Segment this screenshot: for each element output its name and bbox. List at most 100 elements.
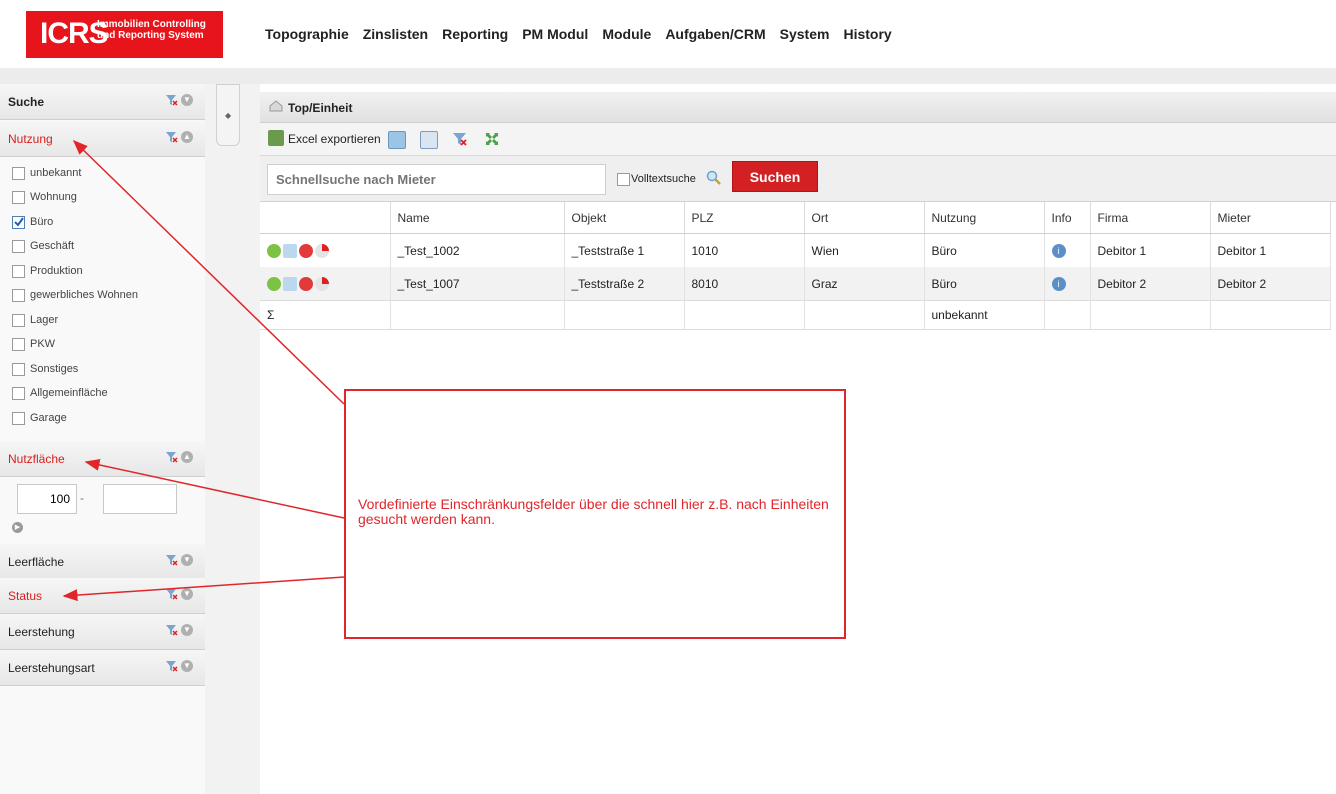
pie-status-icon[interactable]	[315, 243, 329, 258]
expand-icon[interactable]: ▲	[181, 131, 193, 143]
menu-zinslisten[interactable]: Zinslisten	[363, 26, 428, 42]
tenant-search-input[interactable]	[267, 164, 606, 195]
magnifier-icon[interactable]	[706, 170, 722, 186]
menu-pm-modul[interactable]: PM Modul	[522, 26, 588, 42]
checkbox-sonstiges[interactable]	[12, 363, 25, 376]
expand-icon[interactable]: ▲	[181, 451, 193, 463]
checkbox-wohnung[interactable]	[12, 191, 25, 204]
filter-header-status[interactable]: Status ▼	[0, 578, 205, 614]
pie-status-icon[interactable]	[315, 276, 329, 291]
checkbox-label: PKW	[30, 338, 56, 350]
excel-icon	[268, 130, 284, 146]
cell-info: i	[1044, 267, 1091, 301]
info-icon[interactable]: i	[1051, 243, 1066, 258]
toggle-arrow-icon: ◆	[225, 111, 232, 120]
table-header-row: Name Objekt PLZ Ort Nutzung Info Firma M…	[260, 202, 1331, 234]
filter-clear-icon[interactable]	[166, 624, 178, 636]
toolbar: Excel exportieren	[260, 123, 1336, 156]
delete-icon[interactable]	[299, 243, 313, 258]
sidebar-toggle-button[interactable]: ◆	[216, 84, 240, 146]
filter-header-leerstehung[interactable]: Leerstehung ▼	[0, 614, 205, 650]
sidebar-scrollbar[interactable]	[205, 84, 220, 794]
cell-plz: 8010	[684, 267, 805, 301]
cell-name[interactable]: _Test_1002	[390, 233, 565, 267]
column-header-firma[interactable]: Firma	[1090, 202, 1211, 234]
info-icon[interactable]: i	[1051, 276, 1066, 291]
column-header-info[interactable]: Info	[1044, 202, 1091, 234]
apply-range-icon[interactable]: ▶	[12, 522, 23, 533]
expand-all-icon[interactable]	[484, 131, 500, 147]
confirm-icon[interactable]	[267, 243, 281, 258]
checkbox-produktion[interactable]	[12, 265, 25, 278]
column-header-nutzung[interactable]: Nutzung	[924, 202, 1045, 234]
filter-header-nutzung[interactable]: Nutzung ▲	[0, 121, 205, 157]
menu-history[interactable]: History	[843, 26, 891, 42]
column-header-actions	[260, 202, 391, 234]
table-row[interactable]: _Test_1007 _Teststraße 2 8010 Graz Büro …	[260, 267, 1331, 301]
menu-system[interactable]: System	[780, 26, 830, 42]
menu-aufgaben-crm[interactable]: Aufgaben/CRM	[665, 26, 765, 42]
sum-cell	[1044, 300, 1091, 330]
column-header-objekt[interactable]: Objekt	[564, 202, 685, 234]
edit-icon[interactable]	[283, 243, 297, 258]
collapse-icon[interactable]: ▼	[181, 624, 193, 636]
table-reset-icon[interactable]	[420, 131, 438, 149]
checkbox-label: Garage	[30, 412, 67, 424]
checkbox-label: Wohnung	[30, 191, 77, 203]
sum-cell	[564, 300, 685, 330]
checkbox-allgemeinflaeche[interactable]	[12, 387, 25, 400]
checkbox-unbekannt[interactable]	[12, 167, 25, 180]
filter-header-nutzflaeche[interactable]: Nutzfläche ▲	[0, 441, 205, 477]
checkbox-label: gewerbliches Wohnen	[30, 289, 139, 301]
filter-clear-icon[interactable]	[166, 554, 178, 566]
filter-clear-icon[interactable]	[166, 660, 178, 672]
column-header-mieter[interactable]: Mieter	[1210, 202, 1331, 234]
filter-header-leerflaeche[interactable]: Leerfläche ▼	[0, 544, 205, 580]
checkbox-buero[interactable]	[12, 216, 25, 229]
filter-clear-icon[interactable]	[166, 588, 178, 600]
column-header-ort[interactable]: Ort	[804, 202, 925, 234]
checkbox-pkw[interactable]	[12, 338, 25, 351]
collapse-icon[interactable]: ▼	[181, 94, 193, 106]
excel-export-label: Excel exportieren	[288, 132, 381, 146]
filter-clear-icon[interactable]	[166, 131, 178, 143]
home-icon[interactable]	[269, 100, 283, 112]
filter-title: Status	[8, 589, 43, 603]
menu-reporting[interactable]: Reporting	[442, 26, 508, 42]
main-menu: Topographie Zinslisten Reporting PM Modu…	[258, 0, 899, 68]
delete-icon[interactable]	[299, 276, 313, 291]
collapse-icon[interactable]: ▼	[181, 660, 193, 672]
checkbox-lager[interactable]	[12, 314, 25, 327]
nutzflaeche-to-input[interactable]	[103, 484, 177, 514]
row-actions	[260, 233, 391, 267]
cell-name[interactable]: _Test_1007	[390, 267, 565, 301]
cell-info: i	[1044, 233, 1091, 267]
table-settings-icon[interactable]	[388, 131, 406, 149]
checkbox-gewerbliches-wohnen[interactable]	[12, 289, 25, 302]
breadcrumb-label[interactable]: Top/Einheit	[288, 101, 352, 115]
fulltext-checkbox[interactable]	[617, 173, 630, 186]
checkbox-label: Produktion	[30, 265, 83, 277]
edit-icon[interactable]	[283, 276, 297, 291]
row-actions	[260, 267, 391, 301]
menu-topographie[interactable]: Topographie	[265, 26, 349, 42]
filter-header-suche[interactable]: Suche ▼	[0, 84, 205, 120]
menu-module[interactable]: Module	[602, 26, 651, 42]
confirm-icon[interactable]	[267, 276, 281, 291]
filter-header-leerstehungsart[interactable]: Leerstehungsart ▼	[0, 650, 205, 686]
filter-clear-icon[interactable]	[166, 94, 178, 106]
filter-clear-icon[interactable]	[452, 131, 468, 147]
checkbox-garage[interactable]	[12, 412, 25, 425]
column-header-plz[interactable]: PLZ	[684, 202, 805, 234]
column-header-name[interactable]: Name	[390, 202, 565, 234]
checkbox-geschaeft[interactable]	[12, 240, 25, 253]
app-logo[interactable]: ICRS Immobilien Controlling und Reporting…	[26, 11, 223, 58]
search-button[interactable]: Suchen	[732, 161, 818, 192]
nutzflaeche-from-input[interactable]	[17, 484, 77, 514]
filter-clear-icon[interactable]	[166, 451, 178, 463]
table-row[interactable]: _Test_1002 _Teststraße 1 1010 Wien Büro …	[260, 233, 1331, 267]
header-band	[0, 68, 1336, 84]
cell-objekt: _Teststraße 1	[564, 233, 685, 267]
collapse-icon[interactable]: ▼	[181, 554, 193, 566]
collapse-icon[interactable]: ▼	[181, 588, 193, 600]
